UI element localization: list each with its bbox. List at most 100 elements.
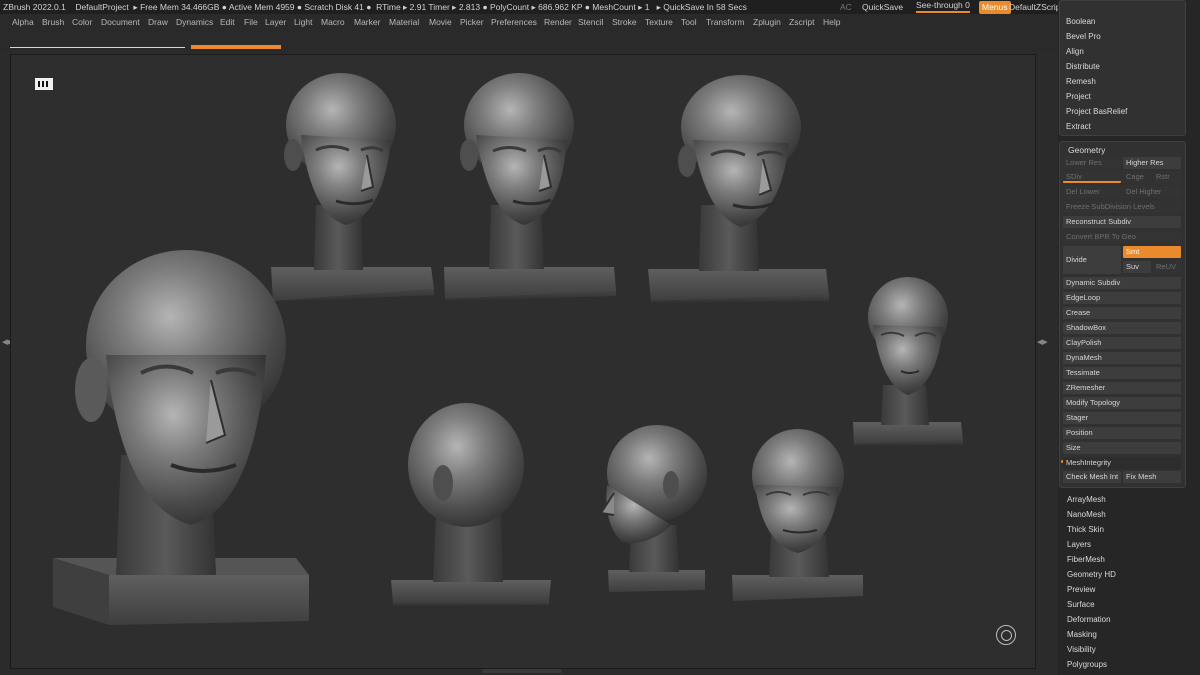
menu-light[interactable]: Light [294, 14, 312, 30]
ac-label[interactable]: AC [840, 0, 852, 14]
menu-render[interactable]: Render [544, 14, 572, 30]
menu-marker[interactable]: Marker [354, 14, 380, 30]
bottom-tray-handle[interactable] [482, 669, 562, 673]
quicksave-button[interactable]: QuickSave [862, 0, 903, 14]
del-higher-button[interactable]: Del Higher [1123, 186, 1181, 198]
head-model-6[interactable] [391, 403, 551, 606]
distribute-item[interactable]: Distribute [1066, 62, 1100, 71]
menu-stroke[interactable]: Stroke [612, 14, 637, 30]
free-mem: Free Mem 34.466GB [140, 2, 220, 12]
menu-material[interactable]: Material [389, 14, 419, 30]
tessimate-item[interactable]: Tessimate [1063, 367, 1181, 379]
menu-texture[interactable]: Texture [645, 14, 673, 30]
menu-tool[interactable]: Tool [681, 14, 697, 30]
right-tray-toggle-icon[interactable]: ◀▶ [1037, 338, 1048, 346]
menu-picker[interactable]: Picker [460, 14, 484, 30]
dynamesh-item[interactable]: DynaMesh [1063, 352, 1181, 364]
see-through-slider[interactable]: See-through 0 [916, 0, 970, 13]
preview-item[interactable]: Preview [1067, 585, 1095, 594]
menu-movie[interactable]: Movie [429, 14, 452, 30]
stager-item[interactable]: Stager [1063, 412, 1181, 424]
perspective-indicator-icon[interactable] [35, 78, 53, 90]
menu-help[interactable]: Help [823, 14, 840, 30]
position-item[interactable]: Position [1063, 427, 1181, 439]
nanomesh-item[interactable]: NanoMesh [1067, 510, 1106, 519]
menu-stencil[interactable]: Stencil [578, 14, 604, 30]
menu-draw[interactable]: Draw [148, 14, 168, 30]
menu-file[interactable]: File [244, 14, 258, 30]
menu-dynamics[interactable]: Dynamics [176, 14, 213, 30]
menu-brush[interactable]: Brush [42, 14, 64, 30]
visibility-item[interactable]: Visibility [1067, 645, 1096, 654]
align-item[interactable]: Align [1066, 47, 1084, 56]
project-name[interactable]: DefaultProject [75, 2, 128, 12]
remesh-item[interactable]: Remesh [1066, 77, 1096, 86]
layers-item[interactable]: Layers [1067, 540, 1091, 549]
active-shelf-tab[interactable] [191, 45, 281, 49]
boolean-item[interactable]: Boolean [1066, 17, 1095, 26]
head-model-5[interactable] [853, 277, 963, 446]
lower-res-button[interactable]: Lower Res [1063, 157, 1121, 169]
divide-button[interactable]: Divide [1063, 246, 1121, 274]
right-tray: Boolean Bevel Pro Align Distribute Remes… [1058, 0, 1200, 675]
del-lower-button[interactable]: Del Lower [1063, 186, 1121, 198]
shelf-divider [10, 47, 185, 48]
size-item[interactable]: Size [1063, 442, 1181, 454]
menu-document[interactable]: Document [101, 14, 140, 30]
menu-transform[interactable]: Transform [706, 14, 744, 30]
quicksave-timer: QuickSave In 58 Secs [663, 2, 747, 12]
menu-edit[interactable]: Edit [220, 14, 235, 30]
fix-mesh-button[interactable]: Fix Mesh [1123, 471, 1181, 483]
smt-toggle[interactable]: Smt [1123, 246, 1181, 258]
reuv-toggle[interactable]: ReUV [1153, 261, 1181, 273]
cage-button[interactable]: Cage [1123, 171, 1151, 183]
masking-item[interactable]: Masking [1067, 630, 1097, 639]
higher-res-button[interactable]: Higher Res [1123, 157, 1181, 169]
sdiv-slider[interactable]: SDiv [1063, 171, 1121, 183]
check-mesh-button[interactable]: Check Mesh Int [1063, 471, 1121, 483]
shadowbox-item[interactable]: ShadowBox [1063, 322, 1181, 334]
suv-toggle[interactable]: Suv [1123, 261, 1151, 273]
head-model-4[interactable] [53, 250, 309, 625]
polygroups-item[interactable]: Polygroups [1067, 660, 1107, 669]
zremesher-item[interactable]: ZRemesher [1063, 382, 1181, 394]
deformation-item[interactable]: Deformation [1067, 615, 1111, 624]
menu-layer[interactable]: Layer [265, 14, 286, 30]
head-model-2[interactable] [444, 73, 616, 301]
document-canvas[interactable] [10, 54, 1036, 669]
arraymesh-item[interactable]: ArrayMesh [1067, 495, 1106, 504]
menu-alpha[interactable]: Alpha [12, 14, 34, 30]
convert-bpr-button[interactable]: Convert BPR To Geo [1063, 231, 1181, 243]
project-item[interactable]: Project [1066, 92, 1091, 101]
dynamic-subdiv-item[interactable]: Dynamic Subdiv [1063, 277, 1181, 289]
menus-button[interactable]: Menus [979, 1, 1011, 14]
head-model-1[interactable] [271, 73, 434, 302]
fibermesh-item[interactable]: FiberMesh [1067, 555, 1105, 564]
menu-zscript[interactable]: Zscript [789, 14, 815, 30]
claypolish-item[interactable]: ClayPolish [1063, 337, 1181, 349]
project-basrelief-item[interactable]: Project BasRelief [1066, 107, 1127, 116]
meshintegrity-item[interactable]: MeshIntegrity [1063, 457, 1181, 469]
thick-skin-item[interactable]: Thick Skin [1067, 525, 1104, 534]
navigation-gizmo-icon[interactable] [996, 625, 1016, 645]
default-zscript[interactable]: DefaultZScript [1009, 0, 1063, 14]
crease-item[interactable]: Crease [1063, 307, 1181, 319]
reconstruct-subdiv-button[interactable]: Reconstruct Subdiv [1063, 216, 1181, 228]
geometry-hd-item[interactable]: Geometry HD [1067, 570, 1116, 579]
menu-color[interactable]: Color [72, 14, 92, 30]
sculpt-viewport[interactable] [11, 55, 1035, 668]
menu-zplugin[interactable]: Zplugin [753, 14, 781, 30]
head-model-3[interactable] [648, 75, 829, 303]
edgeloop-item[interactable]: EdgeLoop [1063, 292, 1181, 304]
bevel-pro-item[interactable]: Bevel Pro [1066, 32, 1101, 41]
extract-item[interactable]: Extract [1066, 122, 1091, 131]
rstr-button[interactable]: Rstr [1153, 171, 1181, 183]
head-model-7[interactable] [599, 425, 707, 592]
surface-item[interactable]: Surface [1067, 600, 1095, 609]
head-model-8[interactable] [732, 429, 863, 601]
freeze-subdivision-button[interactable]: Freeze SubDivision Levels [1063, 201, 1181, 213]
menu-preferences[interactable]: Preferences [491, 14, 537, 30]
geometry-title[interactable]: Geometry [1068, 145, 1105, 155]
menu-macro[interactable]: Macro [321, 14, 345, 30]
modify-topology-item[interactable]: Modify Topology [1063, 397, 1181, 409]
